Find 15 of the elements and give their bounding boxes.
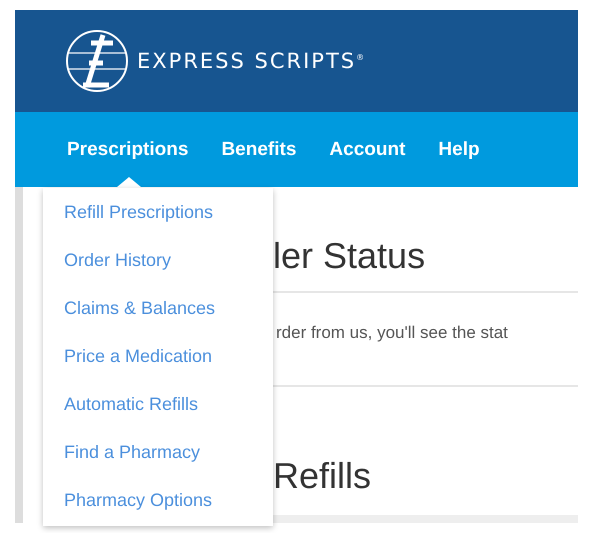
nav-tab[interactable]: Account — [329, 112, 420, 187]
section-heading: Refills — [273, 454, 372, 497]
menu-item[interactable]: Pharmacy Options — [43, 484, 273, 516]
menu-item[interactable]: Order History — [43, 244, 273, 292]
nav-tab[interactable]: Help — [438, 112, 495, 187]
section-text: rder from us, you'll see the stat — [275, 322, 509, 344]
menu-item[interactable]: Price a Medication — [43, 340, 273, 388]
logo-icon — [65, 29, 129, 93]
menu-item[interactable]: Refill Prescriptions — [43, 196, 273, 244]
menu-item[interactable]: Claims & Balances — [43, 292, 273, 340]
menu-item[interactable]: Automatic Refills — [43, 388, 273, 436]
nav-tab[interactable]: Prescriptions — [67, 112, 204, 187]
nav-tab[interactable]: Benefits — [221, 112, 312, 187]
brand-name: EXPRESS SCRIPTS$^{®}$ — [137, 49, 364, 73]
menu-item[interactable]: Find a Pharmacy — [43, 436, 273, 484]
